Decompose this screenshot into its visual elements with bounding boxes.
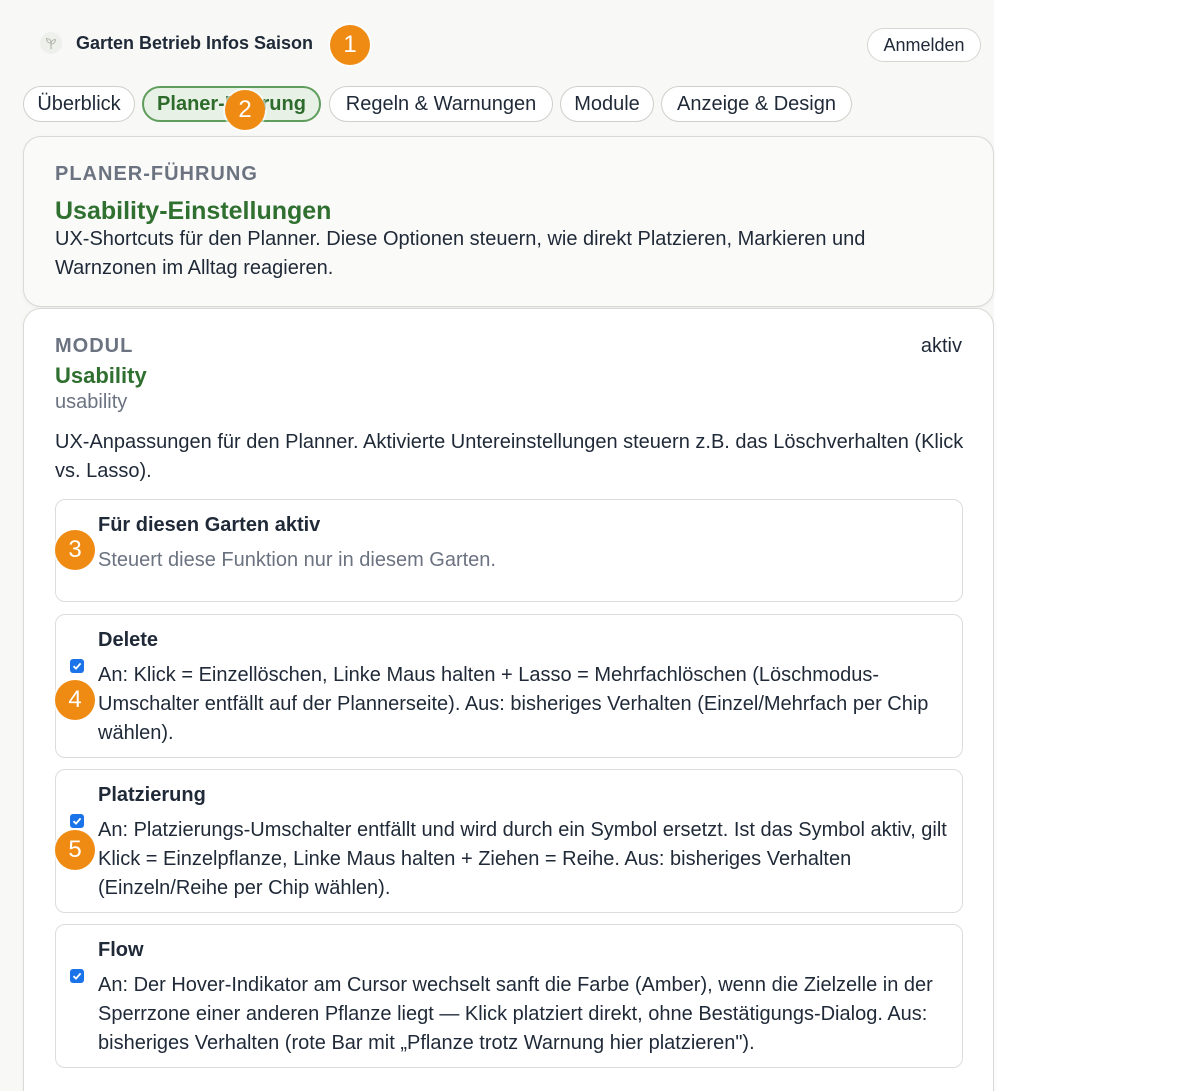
tab-display-design[interactable]: Anzeige & Design [661, 86, 852, 122]
setting-placement: Platzierung An: Platzierungs-Umschalter … [55, 769, 963, 913]
setting-title: Platzierung [98, 784, 206, 806]
setting-title: Flow [98, 939, 144, 961]
intro-description: UX-Shortcuts für den Planner. Diese Opti… [55, 228, 866, 279]
annotation-marker-5: 5 [55, 830, 95, 870]
tab-overview[interactable]: Überblick [23, 86, 135, 122]
intro-title: Usability-Einstellungen [55, 197, 332, 225]
setting-description: Steuert diese Funktion nur in diesem Gar… [98, 549, 496, 571]
setting-title: Für diesen Garten aktiv [98, 514, 321, 536]
status-badge: aktiv [920, 335, 962, 357]
check-icon [72, 817, 82, 825]
delete-checkbox[interactable] [70, 659, 84, 673]
setting-flow: Flow An: Der Hover-Indikator am Cursor w… [55, 924, 963, 1068]
module-card: MODUL aktiv Usability usability UX-Anpas… [23, 308, 994, 1091]
app-window: Garten Betrieb Infos Saison Anmelden Übe… [0, 0, 994, 1091]
setting-garden-active[interactable]: Für diesen Garten aktiv Steuert diese Fu… [55, 499, 963, 602]
setting-title: Delete [98, 629, 159, 651]
module-title: Usability [55, 363, 147, 388]
placement-checkbox[interactable] [70, 814, 84, 828]
tab-rules-warnings[interactable]: Regeln & Warnungen [329, 86, 553, 122]
module-description: UX-Anpassungen für den Planner. Aktivier… [55, 431, 964, 482]
intro-eyebrow: PLANER-FÜHRUNG [55, 163, 258, 185]
flow-checkbox[interactable] [70, 969, 84, 983]
setting-delete: Delete An: Klick = Einzellöschen, Linke … [55, 614, 963, 758]
annotation-marker-4: 4 [55, 680, 95, 720]
annotation-marker-1: 1 [330, 25, 370, 65]
brand-logo[interactable] [40, 32, 62, 54]
module-eyebrow: MODUL [55, 335, 134, 357]
check-icon [72, 662, 82, 670]
login-button[interactable]: Anmelden [867, 28, 981, 62]
check-icon [72, 972, 82, 980]
sprout-icon [40, 32, 62, 54]
tab-modules[interactable]: Module [560, 86, 654, 122]
brand-title: Garten Betrieb Infos Saison [76, 33, 314, 53]
module-slug: usability [55, 391, 128, 413]
intro-card: PLANER-FÜHRUNG Usability-Einstellungen U… [23, 136, 994, 307]
setting-description: An: Klick = Einzellöschen, Linke Maus ha… [98, 664, 929, 744]
setting-description: An: Platzierungs-Umschalter entfällt und… [98, 819, 947, 899]
annotation-marker-2: 2 [225, 90, 265, 130]
setting-description: An: Der Hover-Indikator am Cursor wechse… [98, 974, 933, 1054]
annotation-marker-3: 3 [55, 530, 95, 570]
